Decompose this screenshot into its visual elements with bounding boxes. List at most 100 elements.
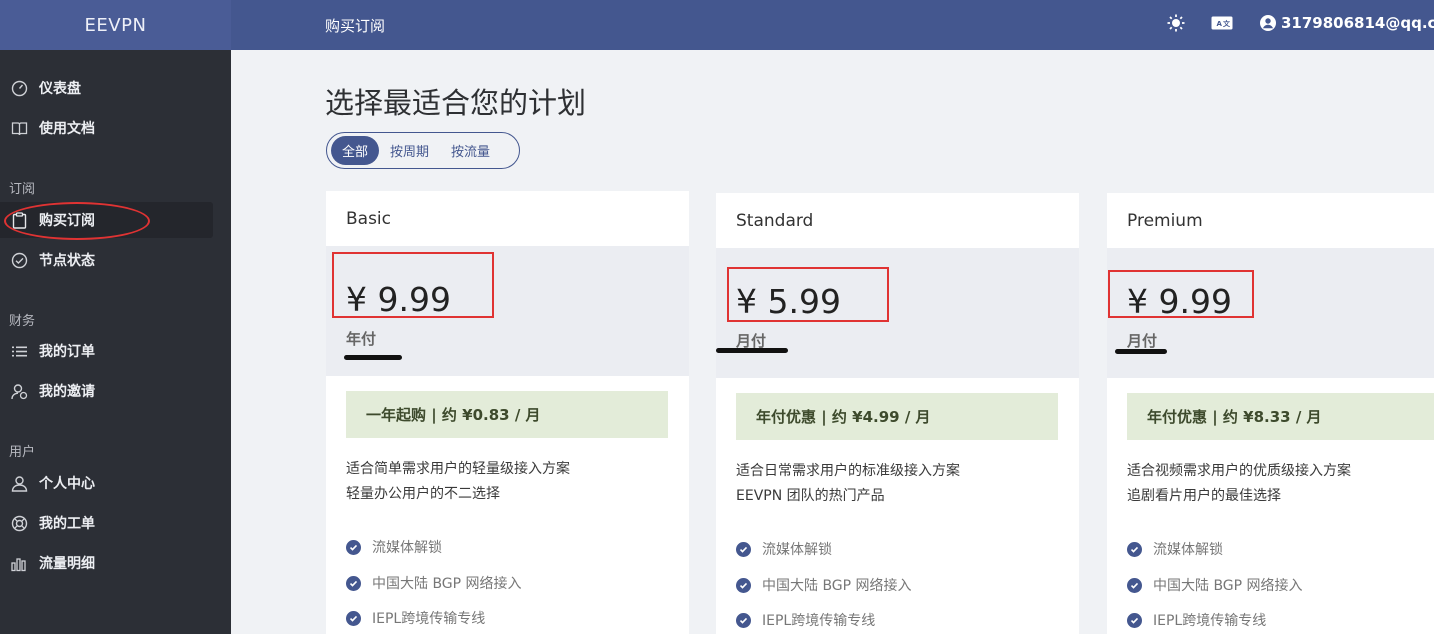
- feature-item: 中国大陆 BGP 网络接入: [1127, 575, 1303, 595]
- plan-card-basic[interactable]: Basic ¥ 9.99 年付 一年起购 | 约 ¥0.83 / 月 适合简单需…: [326, 191, 689, 634]
- plan-filter: 全部 按周期 按流量: [326, 132, 520, 169]
- sidebar-item-label: 我的工单: [39, 516, 95, 532]
- user-icon: [10, 474, 28, 492]
- translate-icon: A文: [1211, 15, 1233, 35]
- feature-item: 中国大陆 BGP 网络接入: [346, 573, 522, 593]
- check-icon: [1127, 612, 1142, 628]
- theme-toggle-button[interactable]: [1167, 14, 1185, 36]
- feature-label: 流媒体解锁: [1153, 542, 1223, 558]
- price-band: ¥ 9.99 月付: [1107, 248, 1434, 378]
- feature-label: 中国大陆 BGP 网络接入: [762, 578, 912, 594]
- sidebar-item-label: 仪表盘: [39, 81, 81, 97]
- sidebar-item-label: 个人中心: [39, 476, 95, 492]
- sidebar-item-tickets[interactable]: 我的工单: [0, 505, 213, 541]
- filter-by-period[interactable]: 按周期: [379, 136, 440, 165]
- sidebar-item-docs[interactable]: 使用文档: [0, 110, 213, 146]
- brand-logo[interactable]: EEVPN: [0, 0, 231, 50]
- language-button[interactable]: A文: [1211, 15, 1233, 35]
- price-band: ¥ 5.99 月付: [716, 248, 1079, 378]
- annotation-underline: [716, 348, 788, 353]
- plan-description-line: 轻量办公用户的不二选择: [346, 486, 500, 502]
- book-icon: [10, 119, 28, 137]
- feature-item: 流媒体解锁: [736, 539, 832, 559]
- annotation-ellipse: [4, 202, 150, 240]
- feature-label: IEPL跨境传输专线: [372, 611, 486, 627]
- page-header-title: 购买订阅: [325, 17, 386, 35]
- sidebar-item-node-status[interactable]: 节点状态: [0, 242, 213, 278]
- svg-text:A: A: [1217, 20, 1223, 28]
- plan-description-line: 追剧看片用户的最佳选择: [1127, 488, 1281, 504]
- plan-description-line: 适合简单需求用户的轻量级接入方案: [346, 461, 570, 477]
- sidebar-section-subscription: 订阅: [9, 182, 36, 197]
- plan-period: 年付: [346, 330, 377, 348]
- list-icon: [10, 342, 28, 360]
- filter-by-traffic[interactable]: 按流量: [440, 136, 501, 165]
- check-icon: [346, 575, 361, 591]
- annotation-box: [727, 267, 889, 322]
- plan-name: Standard: [736, 211, 814, 231]
- check-icon: [346, 610, 361, 626]
- sidebar-item-dashboard[interactable]: 仪表盘: [0, 70, 213, 106]
- check-circle-icon: [10, 251, 28, 269]
- feature-item: 流媒体解锁: [346, 537, 442, 557]
- sidebar-item-my-invites[interactable]: 我的邀请: [0, 373, 213, 409]
- feature-label: 中国大陆 BGP 网络接入: [1153, 578, 1303, 594]
- sidebar-item-label: 流量明细: [39, 556, 95, 572]
- feature-label: 流媒体解锁: [762, 542, 832, 558]
- promo-banner: 年付优惠 | 约 ¥4.99 / 月: [736, 393, 1058, 440]
- annotation-underline: [1115, 349, 1167, 354]
- sidebar-item-label: 我的订单: [39, 344, 95, 360]
- check-icon: [1127, 577, 1142, 593]
- sidebar-item-my-orders[interactable]: 我的订单: [0, 333, 213, 369]
- plan-description-line: EEVPN 团队的热门产品: [736, 488, 885, 504]
- sun-icon: [1167, 14, 1185, 36]
- plan-description-line: 适合日常需求用户的标准级接入方案: [736, 463, 960, 479]
- sidebar-item-traffic-details[interactable]: 流量明细: [0, 545, 213, 581]
- sidebar-item-label: 使用文档: [39, 121, 95, 137]
- dashboard-icon: [10, 79, 28, 97]
- price-band: ¥ 9.99 年付: [326, 246, 689, 376]
- svg-text:文: 文: [1223, 19, 1231, 28]
- filter-all[interactable]: 全部: [331, 136, 380, 165]
- plan-description-line: 适合视频需求用户的优质级接入方案: [1127, 463, 1351, 479]
- check-icon: [736, 612, 751, 628]
- user-menu[interactable]: 3179806814@qq.com: [1260, 14, 1434, 32]
- top-header: 购买订阅 A文 3179806814@qq.com: [231, 0, 1434, 50]
- feature-item: IEPL跨境传输专线: [346, 608, 485, 628]
- feature-label: 中国大陆 BGP 网络接入: [372, 576, 522, 592]
- check-icon: [736, 541, 751, 557]
- plan-name: Premium: [1127, 211, 1203, 231]
- feature-item: IEPL跨境传输专线: [1127, 610, 1266, 630]
- feature-label: IEPL跨境传输专线: [1153, 613, 1267, 629]
- feature-label: IEPL跨境传输专线: [762, 613, 876, 629]
- sidebar-section-finance: 财务: [9, 314, 36, 329]
- user-email: 3179806814@qq.com: [1281, 14, 1434, 32]
- sidebar-section-user: 用户: [9, 445, 36, 460]
- feature-label: 流媒体解锁: [372, 540, 442, 556]
- annotation-box: [1108, 270, 1254, 318]
- plan-description: 适合日常需求用户的标准级接入方案 EEVPN 团队的热门产品: [736, 459, 960, 509]
- sidebar-item-label: 我的邀请: [39, 384, 95, 400]
- plan-period: 月付: [1127, 332, 1158, 350]
- plan-card-standard[interactable]: Standard ¥ 5.99 月付 年付优惠 | 约 ¥4.99 / 月 适合…: [716, 193, 1079, 634]
- sidebar-item-profile[interactable]: 个人中心: [0, 465, 213, 501]
- check-icon: [346, 539, 361, 555]
- sidebar: EEVPN 仪表盘 使用文档 订阅 购买订阅 节点状态 财务 我的订单 我的邀请…: [0, 0, 231, 634]
- sidebar-item-label: 节点状态: [39, 253, 95, 269]
- promo-banner: 一年起购 | 约 ¥0.83 / 月: [346, 391, 668, 438]
- plan-description: 适合简单需求用户的轻量级接入方案 轻量办公用户的不二选择: [346, 457, 570, 507]
- bar-chart-icon: [10, 554, 28, 572]
- feature-item: 中国大陆 BGP 网络接入: [736, 575, 912, 595]
- feature-item: 流媒体解锁: [1127, 539, 1223, 559]
- annotation-underline: [344, 355, 402, 360]
- plan-card-premium[interactable]: Premium ¥ 9.99 月付 年付优惠 | 约 ¥8.33 / 月 适合视…: [1107, 193, 1434, 634]
- plan-description: 适合视频需求用户的优质级接入方案 追剧看片用户的最佳选择: [1127, 459, 1351, 509]
- page-title: 选择最适合您的计划: [325, 86, 587, 120]
- user-plus-icon: [10, 382, 28, 400]
- user-avatar-icon: [1260, 15, 1276, 31]
- check-icon: [736, 577, 751, 593]
- support-icon: [10, 514, 28, 532]
- promo-banner: 年付优惠 | 约 ¥8.33 / 月: [1127, 393, 1434, 440]
- check-icon: [1127, 541, 1142, 557]
- plan-name: Basic: [346, 209, 392, 229]
